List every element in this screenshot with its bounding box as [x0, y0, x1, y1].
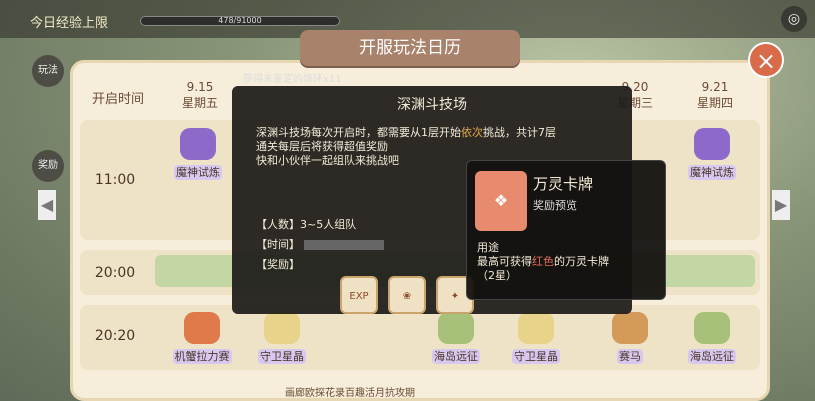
island-icon: [438, 312, 474, 344]
event-horse-race[interactable]: 赛马: [590, 312, 670, 364]
close-button[interactable]: ×: [748, 42, 784, 78]
info-value: 3~5人组队: [300, 218, 357, 231]
people-info: 【人数】3~5人组队: [256, 216, 356, 232]
side-button-reward[interactable]: 奖励: [32, 150, 64, 182]
desc-text: 的万灵卡牌: [554, 255, 609, 268]
side-label: 奖励: [38, 160, 58, 171]
desc-text: 快和小伙伴一起组队来挑战吧: [256, 154, 399, 167]
event-label: 赛马: [617, 349, 643, 364]
event-label: 守卫星晶: [512, 349, 560, 364]
desc-text: 挑战，共计7层: [483, 126, 556, 139]
chevron-left-icon[interactable]: ◀: [38, 190, 56, 220]
time-label: 11:00: [94, 172, 136, 188]
desc-text: 深渊斗技场每次开启时，都需要从1层开始: [256, 126, 461, 139]
event-label: 海岛远征: [432, 349, 480, 364]
info-label: 【奖励】: [256, 258, 300, 271]
desc-text: 最高可获得: [477, 255, 532, 268]
side-label: 玩法: [38, 65, 58, 76]
col-time-header: 开启时间: [91, 92, 144, 107]
card-item-icon: ❖: [475, 171, 527, 231]
event-demon-trial[interactable]: 魔神试炼: [158, 128, 238, 180]
desc-text: （2星）: [477, 269, 517, 282]
date-col-1: 9.15 星期五: [160, 80, 240, 111]
footer-hint: 画廊欧探花录百趣活月抗攻期: [285, 388, 415, 399]
event-demon-trial[interactable]: 魔神试炼: [672, 128, 752, 180]
chevron-right-icon[interactable]: ▶: [772, 190, 790, 220]
event-label: 魔神试炼: [174, 165, 222, 180]
time-label: 20:20: [94, 328, 136, 344]
card-use-label: 用途: [477, 241, 499, 254]
reward-label: EXP: [349, 291, 369, 302]
exp-progress-bar: 478/91000: [140, 16, 340, 26]
demon-icon: [694, 128, 730, 160]
blurred-value: [304, 240, 384, 250]
event-island-expedition[interactable]: 海岛远征: [416, 312, 496, 364]
reward-item-icon[interactable]: ❀: [388, 276, 426, 314]
desc-text: 通关每层后将获得超值奖励: [256, 140, 388, 153]
card-name: 万灵卡牌: [533, 175, 594, 193]
weekday: 星期五: [181, 96, 218, 110]
island-icon: [694, 312, 730, 344]
desc-highlight: 红色: [532, 255, 554, 268]
weekday: 星期四: [696, 96, 733, 110]
event-label: 机蟹拉力赛: [172, 349, 232, 364]
event-label: 海岛远征: [688, 349, 736, 364]
card-subtitle: 奖励预览: [533, 199, 577, 212]
card-description: 最高可获得红色的万灵卡牌 （2星）: [477, 255, 657, 283]
reward-exp-icon[interactable]: EXP: [340, 276, 378, 314]
crab-icon: [184, 312, 220, 344]
reward-info: 【奖励】: [256, 256, 300, 272]
crystal-icon: [264, 312, 300, 344]
popup-title: 深渊斗技场: [397, 97, 467, 113]
event-guard-crystal[interactable]: 守卫星晶: [496, 312, 576, 364]
close-icon-top[interactable]: ◎: [781, 6, 807, 32]
item-tooltip-card: ❖ 万灵卡牌 奖励预览 用途 最高可获得红色的万灵卡牌 （2星）: [466, 160, 666, 300]
demon-icon: [180, 128, 216, 160]
info-label: 【时间】: [256, 238, 300, 251]
info-label: 【人数】: [256, 218, 300, 231]
crystal-icon: [518, 312, 554, 344]
event-island-expedition[interactable]: 海岛远征: [672, 312, 752, 364]
event-label: 守卫星晶: [258, 349, 306, 364]
date: 9.15: [186, 80, 214, 94]
exp-limit-title: 今日经验上限: [30, 16, 109, 31]
time-info: 【时间】: [256, 236, 384, 252]
side-button-gameplay[interactable]: 玩法: [32, 55, 64, 87]
event-crab-race[interactable]: 机蟹拉力赛: [162, 312, 242, 364]
page-title: 开服玩法日历: [300, 30, 520, 66]
event-label: 魔神试炼: [688, 165, 736, 180]
exp-value: 478/91000: [218, 16, 262, 25]
date: 9.21: [701, 80, 729, 94]
horse-icon: [612, 312, 648, 344]
date-col-7: 9.21 星期四: [675, 80, 755, 111]
notice-text: 获得未鉴定的饰环x11: [243, 74, 342, 85]
event-guard-crystal[interactable]: 守卫星晶: [242, 312, 322, 364]
time-label: 20:00: [94, 265, 136, 281]
desc-highlight: 依次: [461, 126, 483, 139]
